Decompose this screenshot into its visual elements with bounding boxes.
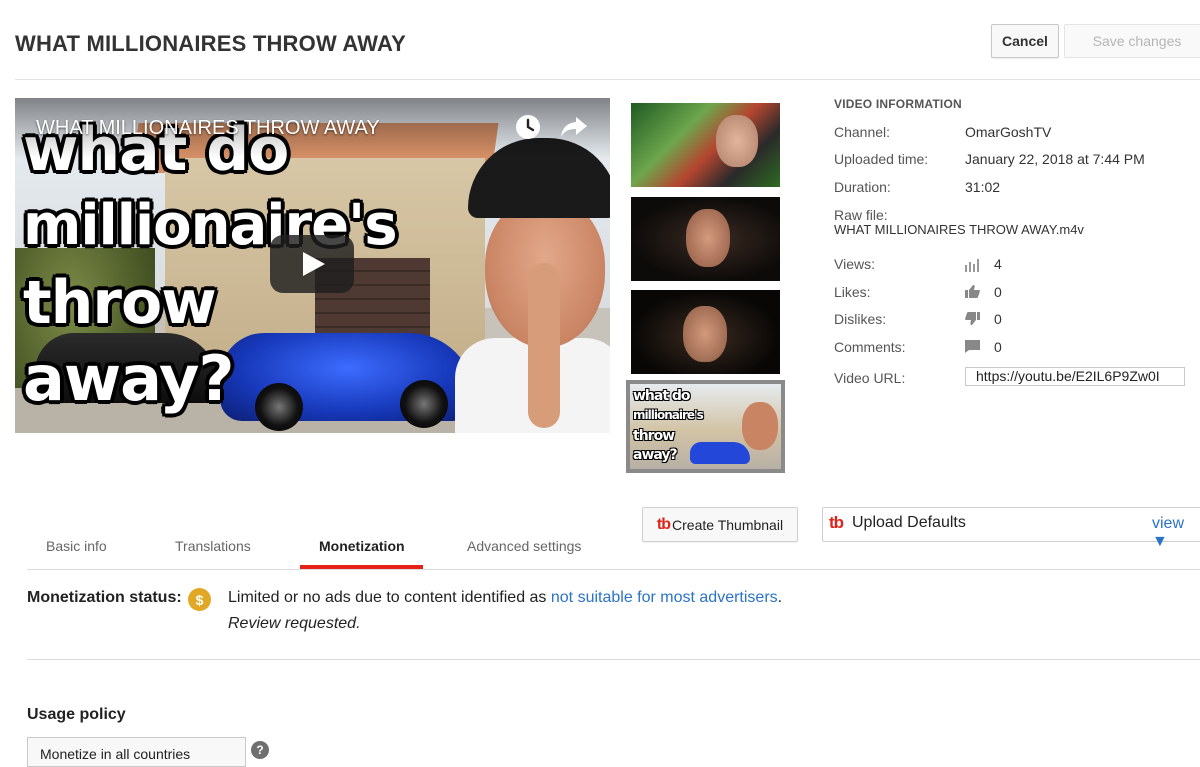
- thumbnail-option-face: [683, 306, 727, 362]
- thumbs-down-icon: [965, 312, 980, 325]
- help-icon[interactable]: ?: [251, 741, 269, 759]
- comments-label: Comments:: [834, 339, 906, 355]
- monetization-status-label: Monetization status:: [27, 589, 182, 606]
- thumbnail-option-2[interactable]: [631, 197, 780, 281]
- thumbnail-wheel: [255, 383, 303, 431]
- dislikes-value: 0: [994, 311, 1002, 327]
- usage-policy-select[interactable]: Monetize in all countries: [27, 737, 246, 767]
- play-button[interactable]: [270, 235, 354, 293]
- tubebuddy-logo-icon: tb: [656, 515, 671, 533]
- likes-label: Likes:: [834, 284, 871, 300]
- video-url-field[interactable]: https://youtu.be/E2IL6P9Zw0I: [965, 367, 1185, 386]
- raw-file-label: Raw file:: [834, 207, 888, 223]
- thumbnail-option-1[interactable]: [631, 103, 780, 187]
- thumbnail-text-line: away?: [23, 342, 234, 415]
- video-information-heading: VIDEO INFORMATION: [834, 97, 962, 111]
- thumbnail-option-face: [686, 209, 730, 267]
- uploaded-time-value: January 22, 2018 at 7:44 PM: [965, 151, 1145, 167]
- tab-monetization[interactable]: Monetization: [319, 538, 405, 554]
- thumbnail-option-face: [716, 115, 758, 167]
- page-title: WHAT MILLIONAIRES THROW AWAY: [15, 31, 406, 56]
- comment-icon: [965, 340, 980, 353]
- dollar-icon: $: [188, 588, 211, 611]
- thumbnail-option-face: [742, 402, 778, 450]
- thumbnail-option-car: [690, 442, 750, 464]
- thumbnail-text-line: throw: [23, 268, 217, 338]
- tab-translations[interactable]: Translations: [175, 538, 251, 554]
- views-value: 4: [994, 256, 1002, 272]
- bar-chart-icon: [965, 259, 980, 272]
- tab-advanced-settings[interactable]: Advanced settings: [467, 538, 581, 554]
- header-divider: [15, 79, 1200, 80]
- views-label: Views:: [834, 256, 875, 272]
- thumbnail-option-custom-selected[interactable]: what do millionaire's throw away?: [626, 380, 785, 473]
- thumbnail-option-text: millionaire's: [633, 408, 704, 422]
- share-icon[interactable]: [560, 115, 588, 139]
- raw-file-value: WHAT MILLIONAIRES THROW AWAY.m4v: [834, 222, 1084, 237]
- view-dropdown-link[interactable]: view ▼: [1152, 515, 1200, 551]
- thumbnail-option-text: what do: [633, 388, 691, 404]
- not-suitable-advertisers-link[interactable]: not suitable for most advertisers: [551, 589, 778, 606]
- play-icon: [303, 252, 325, 276]
- monetization-divider: [27, 659, 1200, 660]
- usage-policy-heading: Usage policy: [27, 706, 126, 723]
- thumbnail-option-text: throw: [633, 428, 675, 444]
- channel-label: Channel:: [834, 124, 891, 140]
- video-url-label: Video URL:: [834, 370, 906, 386]
- create-thumbnail-label: Create Thumbnail: [672, 516, 784, 533]
- comments-value: 0: [994, 339, 1002, 355]
- tab-basic-info[interactable]: Basic info: [46, 538, 107, 554]
- create-thumbnail-button[interactable]: tb Create Thumbnail: [642, 507, 798, 542]
- tabs-divider: [27, 569, 1200, 570]
- uploaded-time-label: Uploaded time:: [834, 151, 929, 167]
- upload-defaults-label: Upload Defaults: [852, 514, 966, 531]
- review-requested-text: Review requested.: [228, 615, 361, 632]
- video-player[interactable]: what do millionaire's throw away? WHAT M…: [15, 98, 610, 433]
- thumbnail-option-3[interactable]: [631, 290, 780, 374]
- tubebuddy-logo-icon: tb: [829, 513, 844, 532]
- clock-icon[interactable]: [515, 114, 541, 140]
- thumbnail-finger: [528, 263, 560, 428]
- dislikes-label: Dislikes:: [834, 311, 887, 327]
- thumbnail-wheel: [400, 380, 448, 428]
- likes-value: 0: [994, 284, 1002, 300]
- thumbs-up-icon: [965, 285, 980, 298]
- cancel-button[interactable]: Cancel: [991, 24, 1059, 58]
- monetization-status-suffix: .: [777, 589, 783, 606]
- monetization-status-text: Limited or no ads due to content identif…: [228, 589, 782, 607]
- monetization-status-prefix: Limited or no ads due to content identif…: [228, 589, 551, 606]
- channel-value: OmarGoshTV: [965, 124, 1052, 140]
- player-overlay-title[interactable]: WHAT MILLIONAIRES THROW AWAY: [36, 117, 380, 140]
- duration-value: 31:02: [965, 179, 1001, 195]
- save-changes-button[interactable]: Save changes: [1064, 24, 1200, 58]
- duration-label: Duration:: [834, 179, 891, 195]
- thumbnail-option-text: away?: [633, 447, 678, 463]
